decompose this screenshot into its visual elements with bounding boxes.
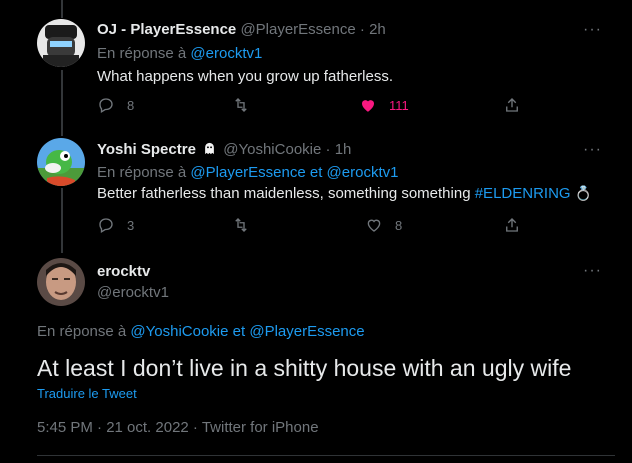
replying-prefix: En réponse à: [37, 323, 127, 340]
tweet-time[interactable]: 2h: [369, 21, 386, 38]
more-options-button[interactable]: ···: [583, 262, 602, 280]
thread-line: [61, 70, 63, 136]
display-name[interactable]: erocktv: [97, 263, 150, 280]
hashtag-link[interactable]: #ELDENRING: [475, 185, 571, 202]
avatar[interactable]: [37, 258, 85, 306]
reply-button[interactable]: 8: [97, 96, 134, 114]
handle[interactable]: @PlayerEssence: [240, 21, 355, 38]
replying-prefix: En réponse à: [97, 164, 187, 181]
share-icon: [506, 98, 518, 112]
share-button[interactable]: [503, 96, 521, 114]
share-button[interactable]: [503, 216, 521, 234]
mention-link[interactable]: @erocktv1: [190, 45, 262, 62]
tweet-text: Better fatherless than maidenless, somet…: [97, 185, 471, 202]
tweet-timestamp[interactable]: 5:45 PM · 21 oct. 2022 · Twitter for iPh…: [37, 419, 319, 436]
thread-line: [61, 0, 63, 18]
like-button[interactable]: 8: [365, 216, 402, 234]
translate-link[interactable]: Traduire le Tweet: [37, 386, 137, 401]
divider: [37, 455, 615, 456]
reply-count: 3: [127, 217, 135, 233]
like-button[interactable]: 111: [359, 96, 409, 114]
retweet-icon: [235, 98, 247, 112]
tweet-time[interactable]: 1h: [335, 141, 352, 158]
mention-link[interactable]: @erocktv1: [327, 164, 399, 181]
like-count: 8: [395, 217, 403, 233]
retweet-button[interactable]: [232, 216, 250, 234]
more-options-button[interactable]: ···: [583, 141, 602, 159]
mention-link[interactable]: @PlayerEssence: [249, 323, 364, 340]
thread-line: [61, 188, 63, 253]
ring-emoji: 💍: [574, 185, 593, 201]
mention-link[interactable]: @PlayerEssence: [190, 164, 305, 181]
tweet-text: What happens when you grow up fatherless…: [97, 68, 394, 85]
avatar[interactable]: [37, 19, 85, 67]
and-word: et: [232, 323, 246, 340]
display-name[interactable]: Yoshi Spectre: [97, 141, 196, 158]
and-word: et: [309, 164, 323, 181]
ghost-icon: [205, 142, 214, 155]
reply-button[interactable]: 3: [97, 216, 134, 234]
main-tweet-text: At least I don’t live in a shitty house …: [37, 355, 572, 381]
reply-count: 8: [127, 97, 135, 113]
separator: ·: [359, 21, 365, 38]
like-count: 111: [389, 97, 409, 113]
avatar[interactable]: [37, 138, 85, 186]
display-name[interactable]: OJ - PlayerEssence: [97, 21, 236, 38]
handle[interactable]: @erocktv1: [97, 284, 169, 301]
reply-icon: [99, 218, 113, 233]
mention-link[interactable]: @YoshiCookie: [130, 323, 228, 340]
retweet-button[interactable]: [232, 96, 250, 114]
heart-icon: [367, 219, 381, 232]
retweet-icon: [235, 218, 247, 232]
separator: ·: [325, 141, 331, 158]
more-options-button[interactable]: ···: [583, 21, 602, 39]
handle[interactable]: @YoshiCookie: [223, 141, 321, 158]
reply-icon: [99, 98, 113, 113]
replying-prefix: En réponse à: [97, 45, 187, 62]
share-icon: [506, 218, 518, 232]
heart-filled-icon: [362, 100, 374, 112]
